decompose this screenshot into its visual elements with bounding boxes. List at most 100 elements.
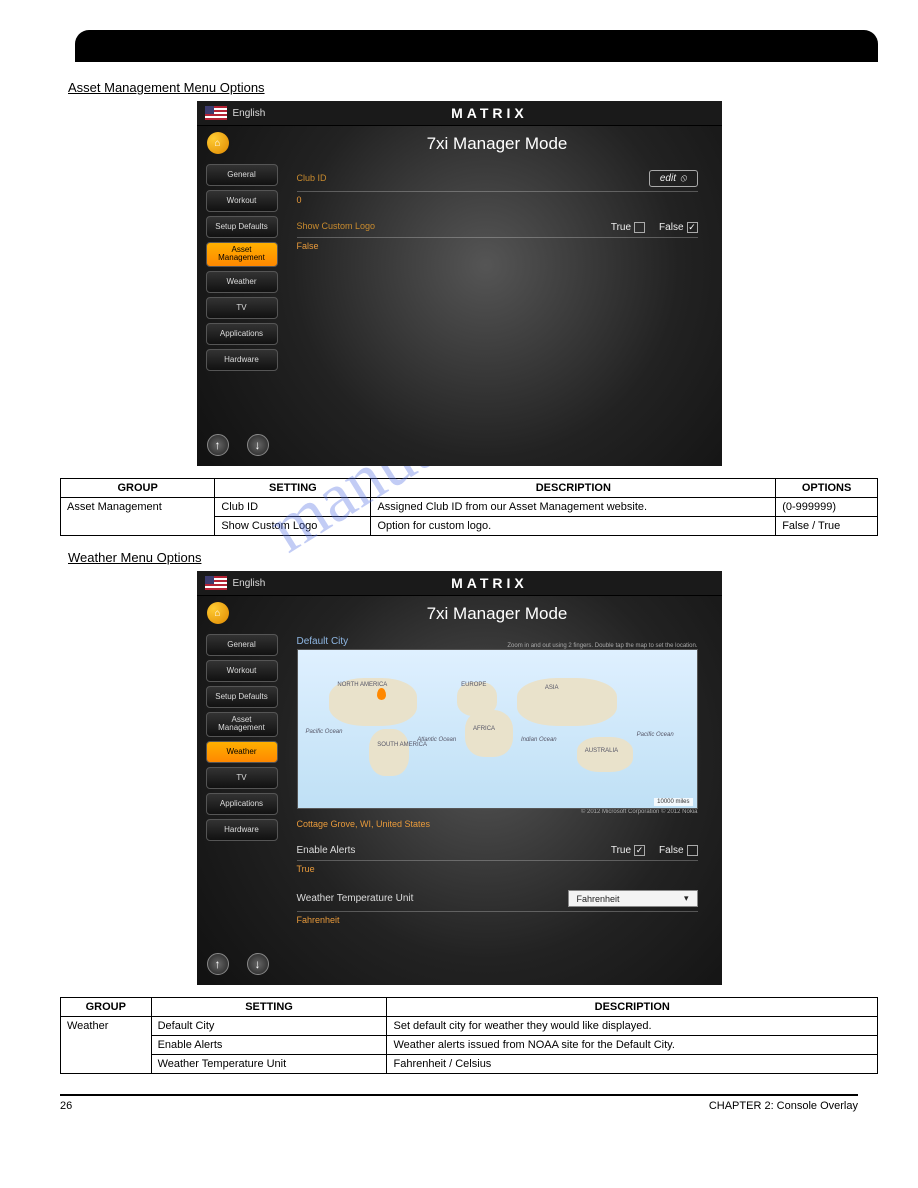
enable-alerts-value: True	[297, 864, 698, 874]
checkbox-unchecked	[634, 222, 645, 233]
screenshot-topbar: English MATRIX	[197, 101, 722, 126]
home-icon[interactable]: ⌂	[207, 602, 229, 624]
asset-management-table: GROUP SETTING DESCRIPTION OPTIONS Asset …	[60, 478, 878, 536]
table-header: SETTING	[215, 479, 371, 498]
table-cell: Fahrenheit / Celsius	[387, 1055, 878, 1074]
sidebar-item-setup-defaults[interactable]: Setup Defaults	[206, 686, 278, 708]
table-header: SETTING	[151, 998, 387, 1017]
down-arrow-icon[interactable]: ↓	[247, 434, 269, 456]
temp-unit-value: Fahrenheit	[297, 915, 698, 925]
sidebar-item-general[interactable]: General	[206, 164, 278, 186]
table-cell: Asset Management	[61, 498, 215, 536]
sidebar-item-general[interactable]: General	[206, 634, 278, 656]
map-region-label: AFRICA	[473, 726, 495, 732]
flag-icon	[205, 106, 227, 120]
map-ocean-label: Indian Ocean	[521, 737, 557, 743]
true-label: True	[611, 845, 631, 856]
temp-unit-select[interactable]: Fahrenheit ▾	[568, 890, 698, 907]
true-label: True	[611, 222, 631, 233]
edit-button-label: edit	[660, 173, 676, 184]
table-cell: Set default city for weather they would …	[387, 1017, 878, 1036]
screenshot-weather: English MATRIX ⌂ General Workout Setup D…	[197, 571, 722, 985]
sidebar-item-tv[interactable]: TV	[206, 767, 278, 789]
sidebar-item-workout[interactable]: Workout	[206, 190, 278, 212]
false-label: False	[659, 845, 683, 856]
map-region-label: EUROPE	[461, 682, 486, 688]
sidebar-item-applications[interactable]: Applications	[206, 793, 278, 815]
map-region-label: NORTH AMERICA	[337, 682, 387, 688]
show-custom-logo-label: Show Custom Logo	[297, 221, 376, 231]
sidebar-item-hardware[interactable]: Hardware	[206, 349, 278, 371]
false-option[interactable]: False ✓	[659, 222, 697, 233]
sidebar-item-asset-management[interactable]: Asset Management	[206, 242, 278, 267]
down-arrow-icon[interactable]: ↓	[247, 953, 269, 975]
page-number: 26	[60, 1100, 72, 1112]
enable-alerts-label: Enable Alerts	[297, 845, 356, 856]
sidebar-item-workout[interactable]: Workout	[206, 660, 278, 682]
default-city-label: Default City	[297, 636, 349, 647]
weather-table: GROUP SETTING DESCRIPTION Weather Defaul…	[60, 997, 878, 1074]
footer-rule	[60, 1094, 858, 1096]
map-ocean-label: Atlantic Ocean	[417, 737, 456, 743]
chevron-down-icon: ▾	[684, 893, 689, 904]
map-credit: © 2012 Microsoft Corporation © 2012 Noki…	[297, 809, 698, 815]
section-title-asset: Asset Management Menu Options	[68, 80, 878, 95]
table-cell: Weather	[61, 1017, 152, 1074]
checkbox-unchecked	[687, 845, 698, 856]
true-option[interactable]: True ✓	[611, 845, 645, 856]
flag-icon	[205, 576, 227, 590]
map-region-label: ASIA	[545, 685, 559, 691]
map-ocean-label: Pacific Ocean	[637, 732, 674, 738]
table-cell: Default City	[151, 1017, 387, 1036]
default-city-value: Cottage Grove, WI, United States	[297, 819, 698, 829]
sidebar-item-asset-management[interactable]: Asset Management	[206, 712, 278, 737]
table-header: OPTIONS	[776, 479, 878, 498]
true-option[interactable]: True	[611, 222, 645, 233]
mode-title: 7xi Manager Mode	[297, 604, 698, 624]
chapter-label: CHAPTER 2: Console Overlay	[709, 1100, 858, 1112]
sidebar-item-applications[interactable]: Applications	[206, 323, 278, 345]
mode-title: 7xi Manager Mode	[297, 134, 698, 154]
up-arrow-icon[interactable]: ↑	[207, 434, 229, 456]
edit-button[interactable]: edit ⦸	[649, 170, 698, 187]
map-scale: 10000 miles	[654, 798, 692, 806]
club-id-label: Club ID	[297, 173, 327, 183]
sidebar-item-weather[interactable]: Weather	[206, 741, 278, 763]
table-cell: Option for custom logo.	[371, 517, 776, 536]
table-header: GROUP	[61, 998, 152, 1017]
screenshot-topbar: English MATRIX	[197, 571, 722, 596]
table-cell: Assigned Club ID from our Asset Manageme…	[371, 498, 776, 517]
table-cell: Club ID	[215, 498, 371, 517]
show-custom-logo-value: False	[297, 241, 698, 251]
brand-label: MATRIX	[265, 105, 713, 121]
world-map[interactable]: NORTH AMERICA EUROPE ASIA AFRICA SOUTH A…	[297, 649, 698, 809]
map-ocean-label: Pacific Ocean	[305, 729, 342, 735]
brand-label: MATRIX	[265, 575, 713, 591]
table-cell: Enable Alerts	[151, 1036, 387, 1055]
up-arrow-icon[interactable]: ↑	[207, 953, 229, 975]
table-header: DESCRIPTION	[371, 479, 776, 498]
map-marker-icon	[377, 688, 386, 700]
false-label: False	[659, 222, 683, 233]
table-cell: Show Custom Logo	[215, 517, 371, 536]
sidebar-item-setup-defaults[interactable]: Setup Defaults	[206, 216, 278, 238]
map-region-label: AUSTRALIA	[585, 748, 618, 754]
table-cell: Weather Temperature Unit	[151, 1055, 387, 1074]
checkbox-checked: ✓	[634, 845, 645, 856]
club-id-value: 0	[297, 195, 698, 205]
home-icon[interactable]: ⌂	[207, 132, 229, 154]
pencil-icon: ⦸	[680, 173, 687, 184]
checkbox-checked: ✓	[687, 222, 698, 233]
language-label: English	[233, 578, 266, 589]
select-value: Fahrenheit	[577, 894, 620, 904]
temp-unit-label: Weather Temperature Unit	[297, 893, 414, 904]
table-cell: Weather alerts issued from NOAA site for…	[387, 1036, 878, 1055]
header-black-bar	[75, 30, 878, 62]
sidebar-item-hardware[interactable]: Hardware	[206, 819, 278, 841]
table-cell: False / True	[776, 517, 878, 536]
language-label: English	[233, 108, 266, 119]
section-title-weather: Weather Menu Options	[68, 550, 878, 565]
false-option[interactable]: False	[659, 845, 697, 856]
sidebar-item-weather[interactable]: Weather	[206, 271, 278, 293]
sidebar-item-tv[interactable]: TV	[206, 297, 278, 319]
